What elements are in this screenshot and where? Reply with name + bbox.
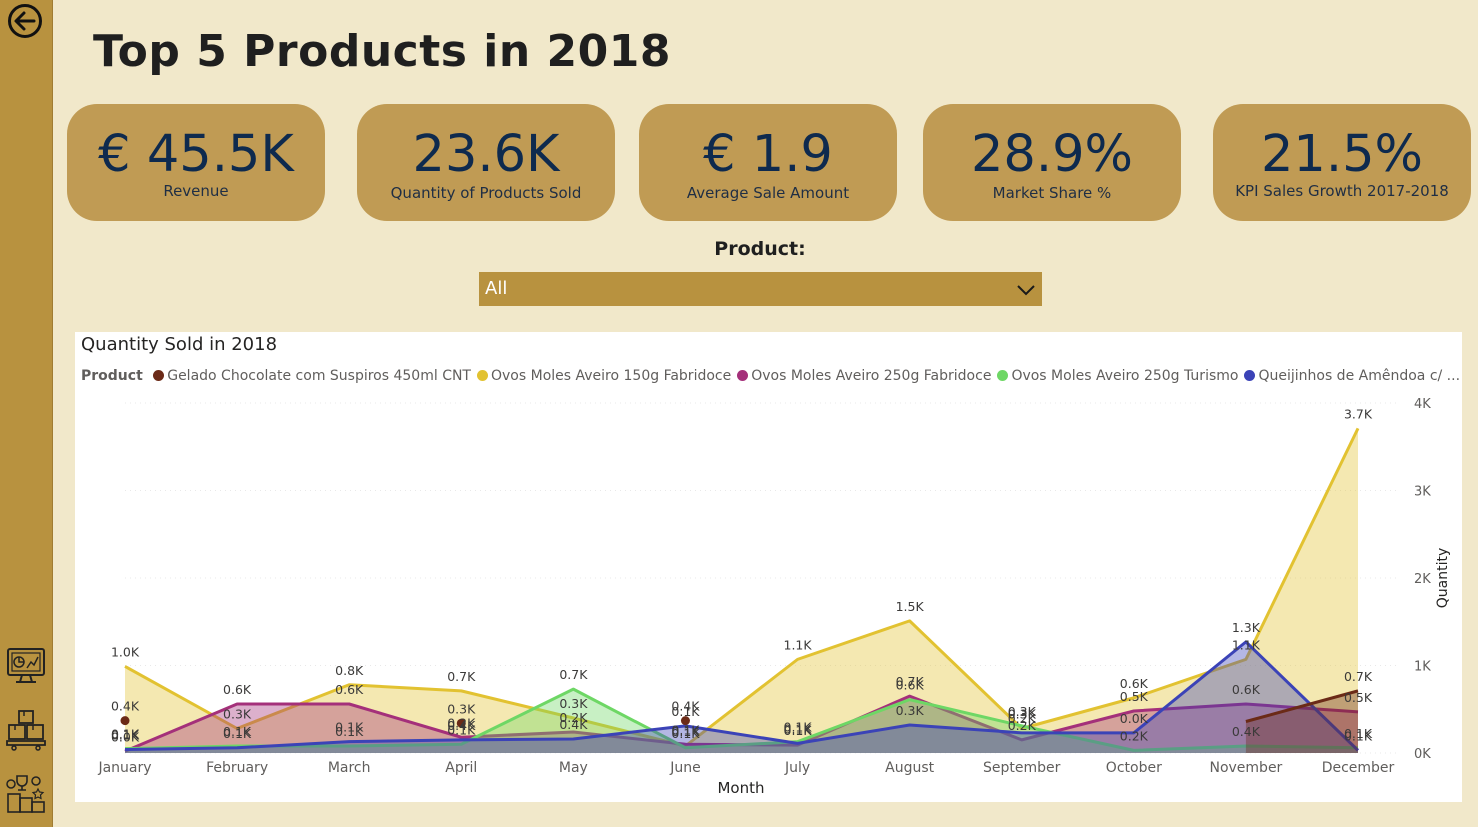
dashboard-icon[interactable] — [4, 644, 48, 688]
data-label: 0.2K — [1120, 728, 1149, 743]
kpi-label: KPI Sales Growth 2017-2018 — [1235, 182, 1449, 200]
chart-plot: 0K 1K 2K 3K 4K Quantity January February March Ap… — [97, 397, 1451, 797]
kpi-label: Average Sale Amount — [686, 184, 850, 202]
kpi-value: € 45.5K — [98, 125, 294, 184]
sidebar — [0, 0, 53, 827]
data-label: 0.6K — [335, 682, 364, 697]
kpi-value: € 1.9 — [703, 125, 833, 184]
data-label: 0.1K — [1344, 728, 1373, 743]
back-arrow-icon[interactable] — [6, 2, 44, 40]
y-axis-title: Quantity — [1435, 548, 1451, 609]
chevron-down-icon — [1017, 285, 1035, 296]
data-label: 1.1K — [1232, 637, 1261, 652]
data-label: 0.1K — [335, 720, 364, 735]
products-boxes-icon[interactable] — [4, 708, 48, 752]
data-label: 0.4K — [111, 699, 140, 714]
data-label: 0.5K — [1120, 689, 1149, 704]
data-label: 3.7K — [1344, 406, 1373, 421]
x-tick-label: July — [784, 760, 810, 776]
data-label: 0.8K — [335, 663, 364, 678]
data-label: 1.5K — [896, 599, 925, 614]
y-tick-label: 3K — [1414, 485, 1431, 500]
x-tick-label: February — [206, 760, 268, 776]
series-point — [120, 716, 130, 726]
data-label: 0.7K — [1344, 669, 1373, 684]
data-label: 0.0K — [1120, 711, 1149, 726]
x-tick-label: October — [1106, 760, 1162, 776]
data-label: 0.5K — [1344, 690, 1373, 705]
kpi-label: Market Share % — [992, 184, 1112, 202]
data-label: 0.6K — [896, 678, 925, 693]
data-label: 1.3K — [1232, 620, 1261, 635]
data-label: 1.1K — [784, 637, 813, 652]
data-label: 0.7K — [447, 669, 476, 684]
kpi-card-quantity: 23.6K Quantity of Products Sold — [357, 104, 615, 221]
data-label: 0.3K — [223, 707, 252, 722]
data-label: 0.4K — [559, 717, 588, 732]
y-tick-label: 1K — [1414, 660, 1431, 675]
data-label: 0.1K — [784, 721, 813, 736]
data-label: 0.2K — [1008, 711, 1037, 726]
x-tick-label: January — [97, 760, 151, 776]
data-label: 0.1K — [671, 726, 700, 741]
top-products-trophy-icon[interactable] — [4, 772, 48, 816]
data-label: 0.3K — [559, 696, 588, 711]
kpi-label: Revenue — [163, 182, 229, 200]
quantity-chart-panel: Quantity Sold in 2018 Product Gelado Cho… — [75, 332, 1462, 802]
y-tick-label: 2K — [1414, 572, 1431, 587]
x-axis-title: Month — [717, 779, 764, 797]
kpi-card-sales-growth: 21.5% KPI Sales Growth 2017-2018 — [1213, 104, 1471, 221]
data-label: 0.1K — [223, 726, 252, 741]
kpi-value: 23.6K — [412, 125, 560, 184]
product-dropdown-value: All — [485, 278, 508, 299]
data-label: 0.4K — [1232, 724, 1261, 739]
product-dropdown[interactable]: All — [479, 272, 1042, 306]
x-tick-label: April — [445, 760, 477, 776]
x-tick-label: December — [1322, 760, 1395, 776]
page-title: Top 5 Products in 2018 — [93, 26, 671, 77]
kpi-card-revenue: € 45.5K Revenue — [67, 104, 325, 221]
y-tick-label: 0K — [1414, 747, 1431, 762]
y-tick-label: 4K — [1414, 397, 1431, 412]
data-label: 0.3K — [896, 703, 925, 718]
x-tick-label: November — [1209, 760, 1282, 776]
data-label: 0.4K — [447, 718, 476, 733]
data-label: 0.1K — [111, 728, 140, 743]
kpi-value: 28.9% — [970, 125, 1133, 184]
data-label: 0.3K — [447, 701, 476, 716]
x-tick-label: March — [328, 760, 371, 776]
data-label: 1.0K — [111, 644, 140, 659]
product-filter-label: Product: — [714, 238, 806, 260]
kpi-label: Quantity of Products Sold — [390, 184, 582, 202]
x-tick-label: August — [885, 760, 935, 776]
data-label: 0.6K — [1232, 682, 1261, 697]
kpi-card-average-sale: € 1.9 Average Sale Amount — [639, 104, 897, 221]
x-tick-label: June — [669, 760, 701, 776]
data-label: 0.1K — [671, 704, 700, 719]
data-label: 0.7K — [559, 667, 588, 682]
kpi-value: 21.5% — [1260, 125, 1423, 184]
data-label: 0.6K — [223, 682, 252, 697]
kpi-card-market-share: 28.9% Market Share % — [923, 104, 1181, 221]
x-tick-label: May — [559, 760, 588, 776]
x-tick-label: September — [983, 760, 1061, 776]
